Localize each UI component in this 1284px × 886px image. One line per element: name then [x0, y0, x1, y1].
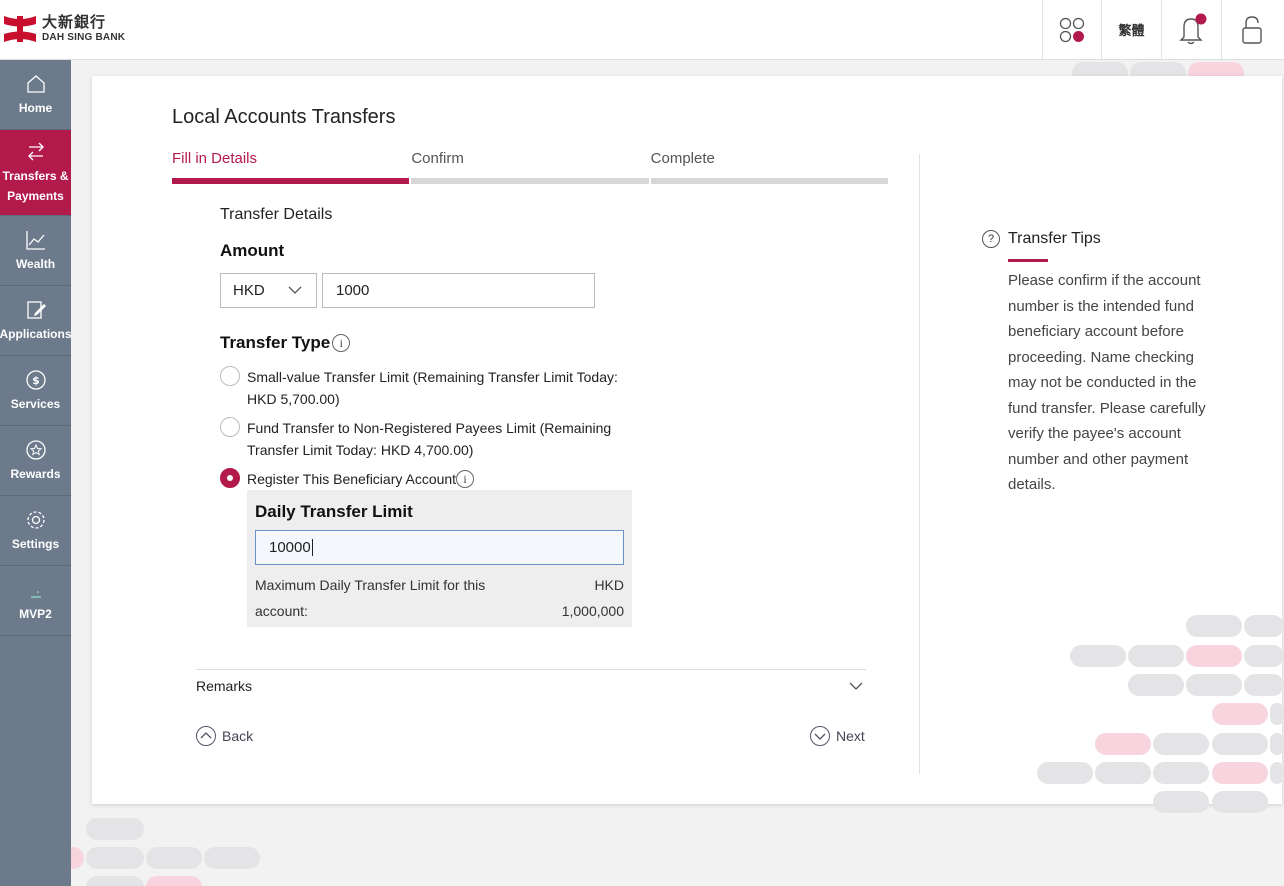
radio-register-beneficiary[interactable]: Register This Beneficiary Account i: [220, 468, 640, 490]
tips-text: Please confirm if the account number is …: [1008, 272, 1206, 493]
sidebar-item-services[interactable]: $ Services: [0, 356, 71, 426]
svg-text:$: $: [32, 374, 40, 387]
sidebar-item-label: Services: [10, 396, 61, 411]
radio-label: Fund Transfer to Non-Registered Payees L…: [247, 420, 612, 458]
bell-icon: [1178, 13, 1206, 44]
apps-button[interactable]: [1042, 0, 1100, 59]
sidebar-item-rewards[interactable]: Rewards: [0, 426, 71, 496]
currency-value: HKD: [233, 282, 265, 299]
transfer-card: Local Accounts Transfers Fill in Details…: [92, 76, 1284, 813]
gear-icon: [25, 508, 47, 532]
tips-title: Transfer Tips: [1008, 230, 1101, 247]
logo-mark-icon: [2, 12, 38, 46]
chevron-up-circle-icon: [196, 726, 216, 746]
sidebar-item-label: Rewards: [10, 466, 61, 481]
star-icon: [25, 438, 47, 462]
section-title: Transfer Details: [220, 206, 333, 223]
transfer-type-text: Transfer Type: [220, 333, 331, 352]
sidebar-item-label: Home: [18, 100, 53, 115]
step-bar: [411, 178, 649, 184]
sidebar-item-transfers[interactable]: Transfers & Payments: [0, 130, 71, 216]
step-label: Complete: [650, 150, 715, 167]
step-confirm: Confirm: [411, 150, 649, 184]
transfer-type-label: Transfer Type i: [220, 333, 351, 353]
sidebar: Home Transfers & Payments Wealth Applica…: [0, 60, 72, 886]
transfer-icon: [25, 140, 47, 164]
back-button[interactable]: Back: [196, 726, 253, 746]
language-toggle[interactable]: 繁體: [1101, 0, 1161, 59]
radio-button[interactable]: [220, 417, 240, 437]
edit-icon: [25, 298, 47, 322]
step-complete: Complete: [650, 150, 888, 184]
step-bar: [650, 178, 888, 184]
radio-button[interactable]: [220, 366, 240, 386]
question-icon: ?: [982, 230, 1000, 248]
amount-label: Amount: [220, 241, 285, 260]
step-label: Fill in Details: [172, 150, 258, 167]
text-cursor: [311, 539, 313, 556]
page-title: Local Accounts Transfers: [172, 106, 396, 128]
sidebar-item-settings[interactable]: Settings: [0, 496, 71, 566]
lock-icon: [1241, 15, 1262, 44]
chevron-down-circle-icon: [810, 726, 830, 746]
info-icon[interactable]: i: [456, 470, 475, 488]
step-fill-details: Fill in Details: [172, 150, 410, 184]
progress-steps: Fill in Details Confirm Complete: [172, 150, 890, 184]
remarks-toggle[interactable]: Remarks: [196, 678, 252, 694]
radio-button-selected[interactable]: [220, 468, 240, 488]
info-icon[interactable]: i: [332, 334, 351, 352]
step-bar: [172, 178, 410, 184]
logo-english-name: DAH SING BANK: [42, 32, 126, 43]
transfer-tips-header: ? Transfer Tips: [982, 230, 1101, 248]
remarks-divider: [196, 669, 866, 670]
sidebar-item-label: Applications: [0, 326, 72, 341]
dollar-icon: $: [25, 368, 47, 392]
logout-button[interactable]: [1221, 0, 1281, 59]
logo-chinese-name: 大新銀行: [42, 14, 107, 31]
tips-underline: [1008, 259, 1048, 262]
max-limit-currency: HKD: [594, 577, 624, 593]
radio-label: Small-value Transfer Limit (Remaining Tr…: [247, 369, 618, 407]
sidebar-item-applications[interactable]: Applications: [0, 286, 72, 356]
next-label: Next: [836, 728, 865, 744]
sidebar-item-mvp2[interactable]: MVP2: [0, 566, 71, 636]
max-limit-label: Maximum Daily Transfer Limit for this ac…: [255, 577, 486, 619]
sidebar-item-wealth[interactable]: Wealth: [0, 216, 71, 286]
sidebar-item-label: Wealth: [15, 256, 56, 271]
bank-logo[interactable]: 大新銀行 DAH SING BANK: [2, 12, 125, 46]
top-header: 大新銀行 DAH SING BANK 繁體: [0, 0, 1284, 60]
currency-select[interactable]: HKD: [220, 273, 317, 308]
sidebar-item-home[interactable]: Home: [0, 60, 71, 130]
mvp-icon: [25, 578, 47, 602]
chevron-down-icon: [288, 283, 302, 301]
column-divider: [919, 154, 920, 774]
radio-label: Register This Beneficiary Account: [247, 471, 457, 487]
next-button[interactable]: Next: [810, 726, 865, 746]
chart-icon: [25, 228, 47, 252]
amount-input[interactable]: 1000: [322, 273, 595, 308]
back-label: Back: [222, 728, 254, 744]
max-limit-value: HKD 1,000,000: [562, 572, 624, 624]
daily-limit-input[interactable]: 10000: [255, 530, 624, 565]
chevron-down-icon[interactable]: [848, 679, 864, 698]
step-label: Confirm: [411, 150, 464, 167]
sidebar-item-label: Settings: [11, 536, 60, 551]
radio-small-value[interactable]: Small-value Transfer Limit (Remaining Tr…: [220, 366, 640, 410]
apps-grid-icon: [1059, 17, 1084, 42]
notifications-button[interactable]: [1161, 0, 1221, 59]
max-limit-amount: 1,000,000: [561, 603, 624, 619]
sidebar-item-label: MVP2: [19, 606, 52, 621]
daily-limit-value: 10000: [269, 539, 311, 556]
home-icon: [25, 72, 47, 96]
daily-limit-panel: Daily Transfer Limit 10000 Maximum Daily…: [247, 490, 632, 627]
radio-non-registered[interactable]: Fund Transfer to Non-Registered Payees L…: [220, 417, 640, 461]
language-label: 繁體: [1118, 23, 1145, 38]
daily-limit-title: Daily Transfer Limit: [255, 502, 413, 521]
sidebar-item-label: Transfers & Payments: [2, 168, 69, 203]
